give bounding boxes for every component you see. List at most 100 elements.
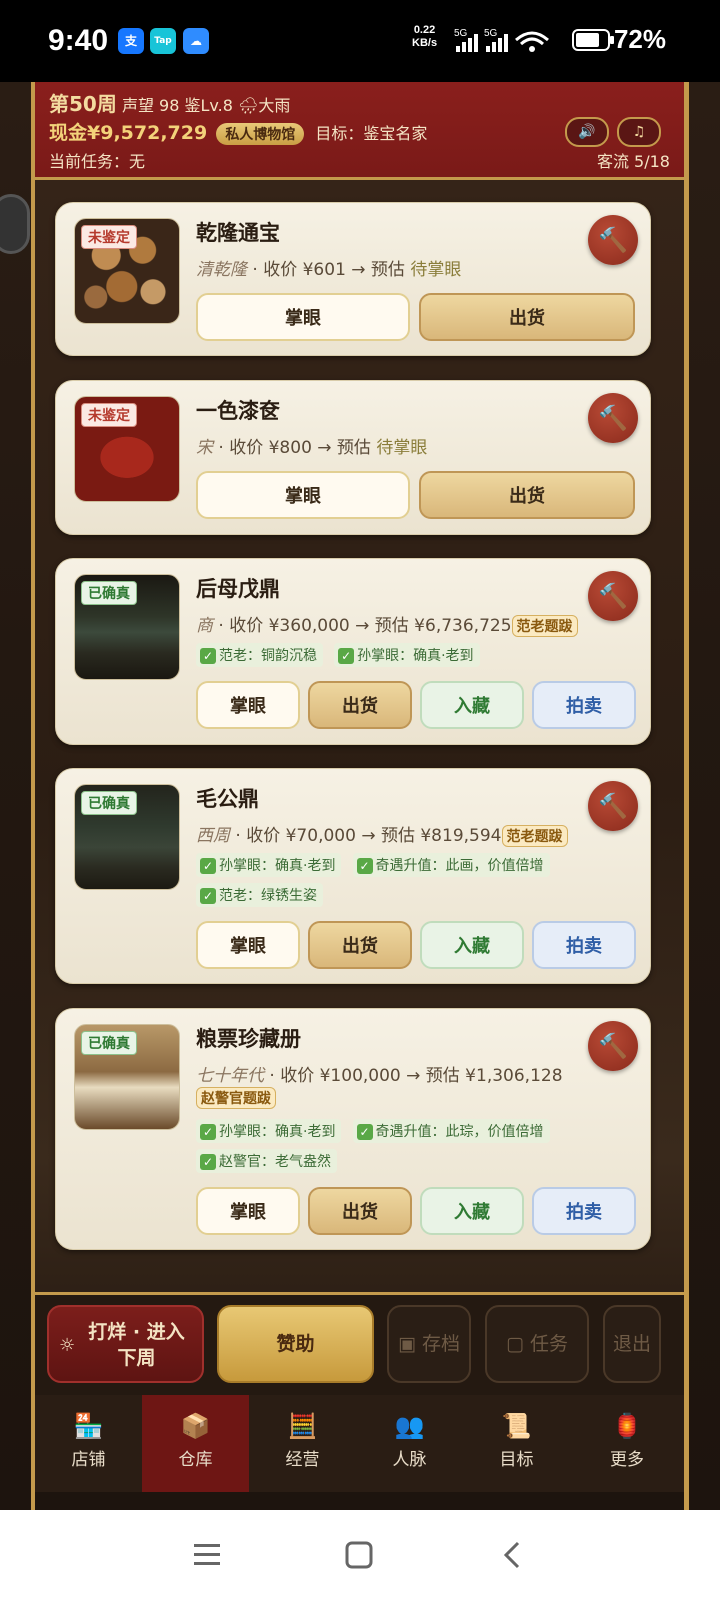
check-icon: ✓ — [356, 858, 373, 874]
frame-border — [684, 82, 689, 1510]
reputation-label: 声望 98 — [121, 96, 180, 115]
tasks-button[interactable]: ▢ 任务 — [485, 1305, 589, 1383]
status-tag: 已确真 — [81, 1031, 137, 1055]
inscription-badge: 范老题跋 — [501, 825, 568, 847]
network-speed: 0.22 KB/s — [412, 24, 437, 50]
verify-chip: ✓ 奇遇升值：此画，价值倍增 — [352, 853, 550, 877]
collect-button[interactable]: 入藏 — [420, 681, 524, 729]
hammer-icon[interactable]: 🔨 — [588, 781, 638, 831]
item-name: 粮票珍藏册 — [196, 1027, 301, 1051]
chip-text: 孙掌眼：确真·老到 — [357, 648, 474, 664]
verify-chip: ✓ 范老：绿锈生姿 — [196, 883, 323, 907]
action-bar: ☼ 打烊 · 进入 下周 赞助 ▣ 存档 ▢ 任务 退出 — [35, 1292, 684, 1398]
nav-shop[interactable]: 🏪 店铺 — [35, 1395, 142, 1492]
sell-button[interactable]: 出货 — [308, 1187, 412, 1235]
hammer-icon[interactable]: 🔨 — [588, 1021, 638, 1071]
sponsor-button[interactable]: 赞助 — [217, 1305, 374, 1383]
status-tag: 已确真 — [81, 791, 137, 815]
customer-flow: 客流 5/18 — [596, 152, 670, 171]
nav-business[interactable]: 🧮 经营 — [249, 1395, 356, 1492]
quit-button[interactable]: 退出 — [603, 1305, 661, 1383]
item-price: · 收价 ¥601 → 预估 — [247, 260, 411, 280]
appraise-button[interactable]: 掌眼 — [196, 1187, 300, 1235]
people-icon: 👥 — [394, 1412, 425, 1440]
save-button[interactable]: ▣ 存档 — [387, 1305, 471, 1383]
next-week-button[interactable]: ☼ 打烊 · 进入 下周 — [47, 1305, 204, 1383]
item-name: 后母戊鼎 — [196, 577, 280, 601]
sell-button[interactable]: 出货 — [419, 293, 635, 341]
nav-warehouse[interactable]: 📦 仓库 — [142, 1395, 249, 1492]
hammer-icon[interactable]: 🔨 — [588, 215, 638, 265]
item-price: · 收价 ¥100,000 → 预估 ¥1,306,128 — [264, 1066, 563, 1086]
auction-button[interactable]: 拍卖 — [532, 1187, 636, 1235]
sound-toggle-icon[interactable]: 🔊 — [565, 117, 609, 147]
inscription-badge: 赵警官题跋 — [196, 1087, 276, 1109]
item-card: 未鉴定 乾隆通宝 清乾隆 · 收价 ¥601 → 预估 待掌眼 🔨 掌眼 出货 — [55, 202, 651, 356]
ration-album-thumbnail: 已确真 — [74, 1024, 180, 1130]
battery-percent: 72% — [613, 24, 666, 54]
hammer-icon[interactable]: 🔨 — [588, 393, 638, 443]
chip-text: 奇遇升值：此画，价值倍增 — [375, 858, 544, 874]
abacus-icon: 🧮 — [287, 1412, 318, 1440]
status-tag: 未鉴定 — [81, 225, 137, 249]
menu-icon[interactable] — [192, 1540, 222, 1570]
save-label: 存档 — [421, 1333, 460, 1355]
item-name: 乾隆通宝 — [196, 221, 280, 245]
chip-text: 奇遇升值：此琮，价值倍增 — [375, 1124, 544, 1140]
check-icon: ✓ — [200, 1154, 216, 1170]
home-icon[interactable] — [344, 1540, 374, 1570]
appraise-button[interactable]: 掌眼 — [196, 921, 300, 969]
item-info: 宋 · 收价 ¥800 → 预估 待掌眼 — [196, 433, 427, 458]
item-price: · 收价 ¥800 → 预估 — [213, 438, 377, 458]
lacquer-box-thumbnail: 未鉴定 — [74, 396, 180, 502]
coin-thumbnail: 未鉴定 — [74, 218, 180, 324]
verify-chip: ✓ 孙掌眼：确真·老到 — [334, 643, 480, 667]
sell-button[interactable]: 出货 — [308, 681, 412, 729]
item-info: 七十年代 · 收价 ¥100,000 → 预估 ¥1,306,128 — [196, 1061, 563, 1086]
verify-chip: ✓ 赵警官：老气盎然 — [196, 1149, 337, 1173]
nav-label: 经营 — [285, 1450, 320, 1470]
lantern-icon: 🏮 — [612, 1412, 642, 1440]
nav-goals[interactable]: 📜 目标 — [463, 1395, 570, 1492]
item-era: 清乾隆 — [196, 260, 247, 280]
hammer-icon[interactable]: 🔨 — [588, 571, 638, 621]
status-time: 9:40 — [48, 24, 109, 57]
cash-label: 现金 — [49, 122, 88, 144]
auction-button[interactable]: 拍卖 — [532, 921, 636, 969]
chip-text: 范老：绿锈生姿 — [219, 888, 317, 904]
back-icon[interactable] — [498, 1540, 528, 1570]
header-cash-row: 现金¥9,572,729 私人博物馆 目标：鉴宝名家 — [49, 118, 427, 145]
verification-chips: ✓ 范老：铜韵沉稳 ✓ 孙掌眼：确真·老到 — [196, 643, 636, 673]
collect-button[interactable]: 入藏 — [420, 1187, 524, 1235]
check-icon: ✓ — [200, 648, 216, 664]
auction-button[interactable]: 拍卖 — [532, 681, 636, 729]
nav-label: 人脉 — [392, 1450, 427, 1470]
item-info: 西周 · 收价 ¥70,000 → 预估 ¥819,594 范老题跋 — [196, 821, 568, 847]
appraise-button[interactable]: 掌眼 — [196, 471, 410, 519]
sell-button[interactable]: 出货 — [308, 921, 412, 969]
check-icon: ✓ — [200, 1124, 216, 1140]
verification-chips: ✓ 孙掌眼：确真·老到 ✓ 奇遇升值：此琮，价值倍增 ✓ 赵警官：老气盎然 — [196, 1119, 636, 1179]
item-era: 七十年代 — [196, 1066, 264, 1086]
music-toggle-icon[interactable]: ♫ — [617, 117, 661, 147]
floating-assistant-button[interactable] — [0, 194, 30, 254]
bottom-nav: 🏪 店铺 📦 仓库 🧮 经营 👥 人脉 📜 目标 🏮 更多 — [35, 1395, 684, 1492]
nav-more[interactable]: 🏮 更多 — [570, 1395, 684, 1492]
cash-value: ¥9,572,729 — [87, 122, 208, 144]
sell-button[interactable]: 出货 — [419, 471, 635, 519]
inscription-row: 赵警官题跋 — [196, 1087, 276, 1109]
nav-contacts[interactable]: 👥 人脉 — [356, 1395, 463, 1492]
item-era: 商 — [196, 616, 213, 636]
appraise-button[interactable]: 掌眼 — [196, 293, 410, 341]
warehouse-list[interactable]: 未鉴定 乾隆通宝 清乾隆 · 收价 ¥601 → 预估 待掌眼 🔨 掌眼 出货 … — [35, 180, 684, 1402]
nav-label: 目标 — [499, 1450, 534, 1470]
signal-wifi-icon: 5G 5G — [454, 28, 549, 52]
item-info: 清乾隆 · 收价 ¥601 → 预估 待掌眼 — [196, 255, 461, 280]
svg-text:5G: 5G — [454, 28, 468, 39]
museum-badge: 私人博物馆 — [216, 123, 305, 145]
collect-button[interactable]: 入藏 — [420, 921, 524, 969]
status-tag: 已确真 — [81, 581, 137, 605]
appraise-button[interactable]: 掌眼 — [196, 681, 300, 729]
game-screen: 第50周 声望 98 鉴Lv.8 🌧大雨 现金¥9,572,729 私人博物馆 … — [0, 82, 720, 1510]
weather-label: 🌧大雨 — [238, 96, 291, 115]
